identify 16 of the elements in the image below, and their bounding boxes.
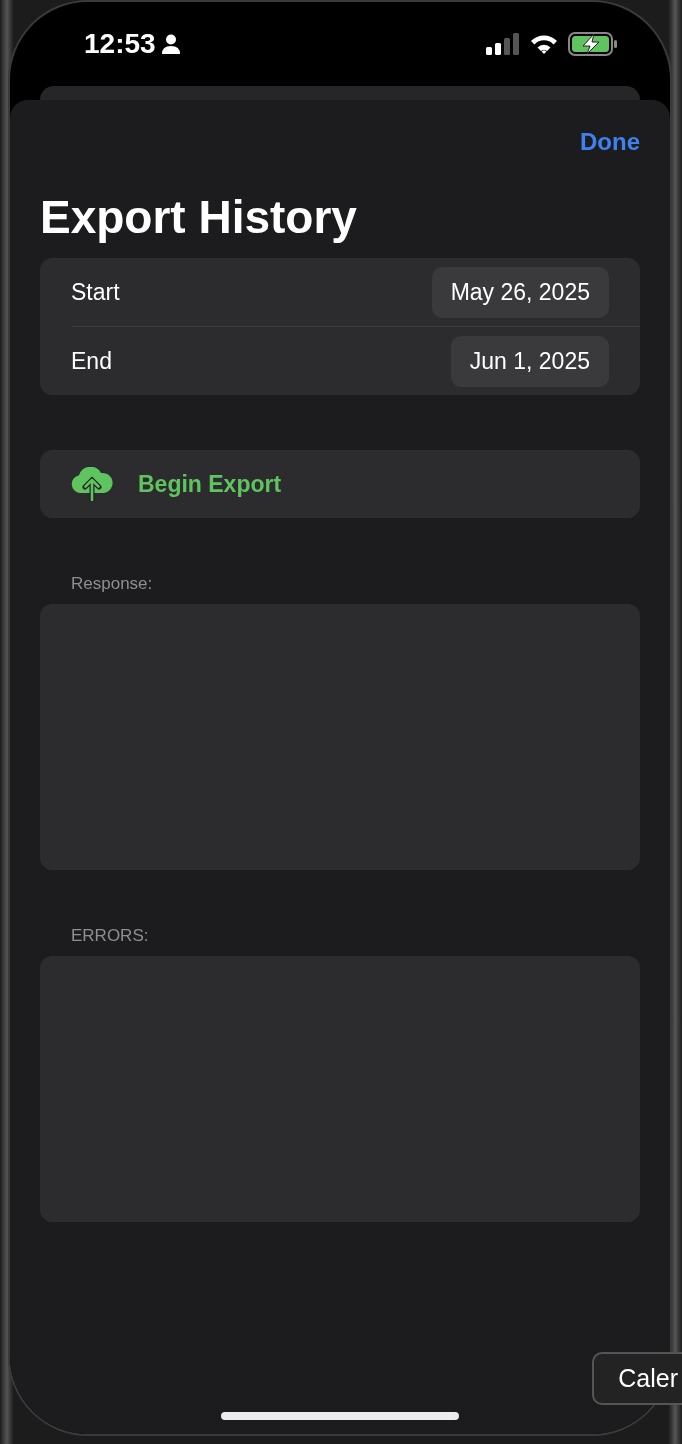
wifi-icon <box>530 34 558 54</box>
tooltip: Caler <box>592 1352 682 1405</box>
signal-icon <box>486 33 520 55</box>
section-label: Response: <box>71 574 154 594</box>
date-picker[interactable]: May 26, 2025 <box>431 266 609 318</box>
status-time: 12:53 <box>84 28 156 60</box>
date-label: End <box>71 347 112 375</box>
date-picker[interactable]: Jun 1, 2025 <box>450 335 609 387</box>
section-label: ERRORS: <box>71 926 150 946</box>
done-button[interactable]: Done <box>580 128 640 156</box>
battery-charging-icon <box>568 32 618 56</box>
export-button[interactable]: Begin Export <box>40 450 640 518</box>
cloud-upload-icon <box>70 467 114 501</box>
sheet-title: Export History <box>40 190 358 244</box>
person-icon <box>161 34 180 54</box>
date-label: Start <box>71 278 120 306</box>
